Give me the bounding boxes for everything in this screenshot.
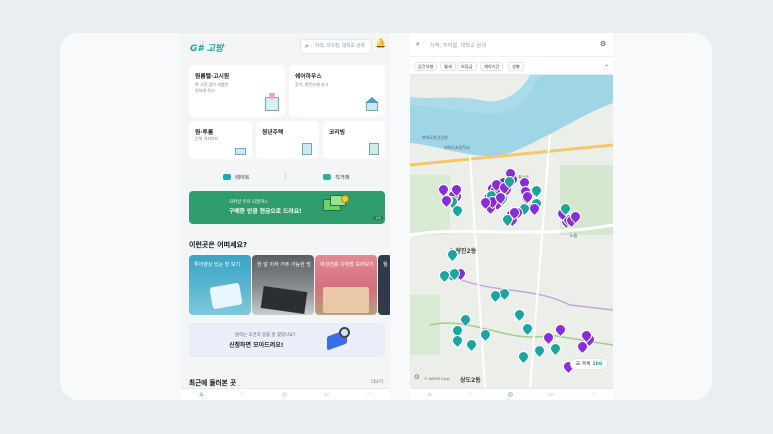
more-icon[interactable]: ··· — [366, 391, 372, 398]
banner-page-indicator: 1/4 — [373, 216, 383, 220]
filter-chip[interactable]: 월세 — [440, 62, 456, 71]
promo-banner[interactable]: 자취방 무료 되팔까스 구매한 만큼 현금으로 드려요! 1/4 — [189, 191, 385, 224]
my-location-icon[interactable]: ⊙ — [414, 373, 420, 381]
heart-icon[interactable]: ♡ — [240, 391, 245, 398]
filter-chip[interactable]: 공간유형 — [414, 62, 438, 71]
building-icon — [265, 93, 279, 111]
home-screen: G# 고방 ⌕ 지역, 지하철, 대학교 검색 🔔 원룸텔·고시원 떡 고민 없… — [181, 33, 390, 400]
card-coliving[interactable]: 코리빙 — [323, 121, 385, 159]
bottom-tab-bar: ⌂ ♡ ◎ ▭ ··· — [181, 388, 390, 400]
bottom-tab-bar: ⌂ ♡ ◎ ▭ ··· — [410, 388, 613, 400]
search-input[interactable]: ⌕ 지역, 지하철, 대학교 검색 — [300, 39, 372, 54]
filter-chips: 공간유형 월세 보증금 계약기간 성별 ⌄ — [410, 57, 613, 75]
banner-subtitle: 자취방 무료 되팔까스 — [229, 200, 269, 205]
search-placeholder: 지역, 지하철, 대학교 검색 — [430, 43, 486, 49]
home-icon[interactable]: ⌂ — [199, 391, 203, 398]
list-count: 189 — [592, 361, 603, 367]
house-icon — [235, 145, 246, 155]
card-oneroomtel[interactable]: 원룸텔·고시원 떡 고민 없이 저렴한 원하게 묵기 — [189, 65, 285, 117]
request-subtitle: 원하는 조건의 방을 못 찾았나요? — [235, 333, 296, 338]
chat-icon[interactable]: ▭ — [548, 391, 554, 398]
search-icon: ⌕ — [305, 42, 309, 50]
tile-title: 월 — [383, 262, 388, 268]
tile-title: 투어영상 있는 방 보기 — [194, 262, 241, 268]
card-title: 원·투룸 — [195, 130, 214, 136]
quick-link-direct-deal[interactable]: 직거래 — [323, 169, 350, 184]
map-view[interactable]: 여의도초등학교 흑석동 노량진2동 노들 상도2동 여의도한강공원 — [410, 75, 613, 388]
house-icon — [365, 97, 379, 111]
calendar-photo — [260, 286, 308, 314]
document-icon — [323, 173, 331, 180]
quick-link-label: 레이트 — [235, 174, 250, 181]
card-title: 코리빙 — [329, 130, 345, 136]
app-logo[interactable]: G# 고방 — [190, 41, 223, 54]
tile-tour-video[interactable]: 투어영상 있는 방 보기 — [189, 255, 251, 315]
chat-icon[interactable]: ▭ — [324, 391, 330, 398]
request-title: 신청하면 모아드려요! — [229, 342, 284, 349]
filter-chip[interactable]: 계약기간 — [480, 62, 504, 71]
recent-more-link[interactable]: 더보기 — [371, 379, 383, 385]
more-icon[interactable]: ··· — [590, 391, 596, 398]
filter-icon[interactable]: ⚙ — [600, 40, 606, 48]
map-screen: ⌕ 지역, 지하철, 대학교 검색 ⚙ 공간유형 월세 보증금 계약기간 성별 … — [410, 33, 613, 400]
card-sharehouse[interactable]: 쉐어하우스 같이, 따뜻하게 살기 — [289, 65, 385, 117]
house-photo — [323, 287, 369, 313]
map-label: 여의도한강공원 — [422, 135, 448, 140]
bell-icon[interactable]: 🔔 — [375, 39, 386, 49]
chevron-down-icon[interactable]: ⌄ — [604, 61, 609, 68]
section-title: 이런곳은 어떠세요? — [189, 241, 248, 249]
map-label: 노들 — [570, 233, 578, 238]
map-search-bar[interactable]: ⌕ 지역, 지하철, 대학교 검색 ⚙ — [410, 33, 613, 57]
screenshot-stage: G# 고방 ⌕ 지역, 지하철, 대학교 검색 🔔 원룸텔·고시원 떡 고민 없… — [60, 33, 712, 400]
map-icon[interactable]: ◎ — [508, 391, 513, 398]
quick-link-label: 직거래 — [335, 174, 350, 181]
building-photo — [209, 282, 243, 310]
tile-title: 한 달 이하 거주 가능한 방 — [257, 262, 311, 268]
filter-chip[interactable]: 보증금 — [457, 62, 477, 71]
tile-partial[interactable]: 월 — [378, 255, 390, 315]
tile-women-only[interactable]: 여성전용 자취방 모아보기 — [315, 255, 377, 315]
list-view-button[interactable]: ☰ 목록 189 — [570, 358, 608, 370]
card-one-two-room[interactable]: 원·투룸 단체 의뢰부터 — [189, 121, 252, 159]
home-header: G# 고방 ⌕ 지역, 지하철, 대학교 검색 🔔 — [181, 33, 390, 61]
tile-short-stay[interactable]: 한 달 이하 거주 가능한 방 — [252, 255, 314, 315]
map-label: 상도2동 — [460, 377, 481, 384]
banner-title: 구매한 만큼 현금으로 드려요! — [229, 209, 302, 215]
search-placeholder: 지역, 지하철, 대학교 검색 — [315, 44, 365, 49]
list-icon: ☰ — [575, 361, 581, 367]
people-icon — [223, 173, 231, 180]
card-title: 쉐어하우스 — [295, 74, 322, 80]
home-icon[interactable]: ⌂ — [428, 391, 432, 398]
quick-link-review[interactable]: 레이트 — [223, 169, 250, 184]
request-banner[interactable]: 원하는 조건의 방을 못 찾았나요? 신청하면 모아드려요! — [189, 323, 385, 357]
map-attribution: © NAVER Corp. — [424, 377, 451, 381]
card-subtitle: 원하게 묵기 — [195, 88, 215, 93]
search-icon: ⌕ — [416, 40, 420, 48]
map-icon[interactable]: ◎ — [282, 391, 287, 398]
filter-chip[interactable]: 성별 — [508, 62, 524, 71]
card-title: 청년주택 — [262, 130, 284, 136]
card-youth-housing[interactable]: 청년주택 — [256, 121, 319, 159]
recent-title: 최근에 둘러본 곳 — [189, 379, 237, 387]
apartment-icon — [302, 143, 312, 155]
list-label: 목록 — [582, 362, 591, 367]
apartment-icon — [369, 143, 379, 155]
card-title: 원룸텔·고시원 — [195, 74, 230, 80]
card-subtitle: 같이, 따뜻하게 살기 — [295, 82, 329, 87]
coin-icon — [341, 195, 349, 203]
card-subtitle: 단체 의뢰부터 — [195, 136, 219, 141]
divider — [285, 171, 286, 180]
magnifier-icon — [339, 327, 350, 338]
map-label: 여의도초등학교 — [444, 145, 470, 150]
tile-title: 여성전용 자취방 모아보기 — [320, 262, 374, 268]
heart-icon[interactable]: ♡ — [467, 391, 472, 398]
